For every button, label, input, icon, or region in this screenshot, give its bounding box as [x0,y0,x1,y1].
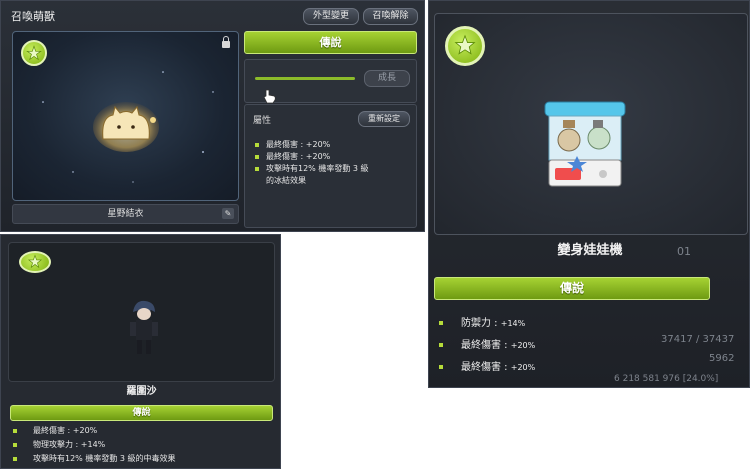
reset-attributes-button[interactable]: 重新設定 [358,111,410,127]
growth-button[interactable]: 成長 [364,70,410,87]
growth-track [255,77,355,80]
attributes-title: 屬性 [253,116,272,126]
legend-grade-icon [19,251,51,273]
character-sprite [130,300,158,354]
grade-bar: 傳說 [10,405,273,421]
dismiss-summon-button[interactable]: 召喚解除 [363,8,418,25]
pet-preview [434,13,748,235]
attribute-item: 最終傷害 : +20% [255,139,373,151]
bullet-icon [439,343,443,347]
pet-info-panel: 變身娃娃機 01 傳說 37417 / 37437 5962 6 218 581… [428,0,750,388]
panel-title: 召喚萌獸 [11,10,55,23]
grade-bar: 傳說 [244,31,417,54]
grade-bar: 傳說 [434,277,710,300]
bullet-icon [255,143,259,147]
attributes-box: 屬性 重新設定 最終傷害 : +20% 最終傷害 : +20% 攻擊時有12% … [244,104,417,228]
attribute-item: 攻擊時有12% 機率發動 3 級的中毒效果 [13,452,273,466]
bullet-icon [439,365,443,369]
slime-pet-sprite [93,102,159,152]
attribute-list: 最終傷害 : +20% 最終傷害 : +20% 攻擊時有12% 機率發動 3 級… [255,139,373,187]
bullet-icon [255,167,259,171]
pet-info-panel-small: 羅圍沙 傳說 最終傷害 : +20% 物理攻擊力 : +14% 攻擊時有12% … [0,234,281,469]
attribute-item: 防禦力 : +14% [439,313,649,335]
bullet-icon [13,429,17,433]
bullet-icon [13,457,17,461]
pet-name: 變身娃娃機 [557,243,623,258]
attribute-item: 物理攻擊力 : +14% [13,438,273,452]
hand-cursor-icon [263,89,276,104]
attribute-item: 攻擊時有12% 機率發動 3 級的冰結效果 [255,163,373,187]
hp-readout: 37417 / 37437 [661,334,735,345]
attribute-item: 最終傷害 : +20% [439,357,649,379]
page-indicator: 01 [677,245,691,258]
attribute-list: 最終傷害 : +20% 物理攻擊力 : +14% 攻擊時有12% 機率發動 3 … [13,424,273,466]
attribute-list: 防禦力 : +14% 最終傷害 : +20% 最終傷害 : +20% [439,313,649,379]
legend-grade-icon [445,26,485,66]
pet-name: 星野結衣 [107,209,144,219]
pet-name: 羅圍沙 [126,386,157,397]
summon-pet-panel: 召喚萌獸 外型變更 召喚解除 星野結衣 ✎ 傳說 成長 屬性 重新設定 最終傷害… [0,0,425,232]
mp-readout: 5962 [709,353,735,364]
crane-machine-sprite [544,101,626,187]
appearance-change-button[interactable]: 外型變更 [303,8,359,25]
bullet-icon [255,155,259,159]
pet-name-field: 星野結衣 ✎ [12,204,239,224]
pet-preview [8,242,275,382]
attribute-item: 最終傷害 : +20% [439,335,649,357]
bullet-icon [439,321,443,325]
attribute-item: 最終傷害 : +20% [13,424,273,438]
attribute-item: 最終傷害 : +20% [255,151,373,163]
bullet-icon [13,443,17,447]
pet-preview [12,31,239,201]
rename-pencil-icon[interactable]: ✎ [222,208,234,219]
